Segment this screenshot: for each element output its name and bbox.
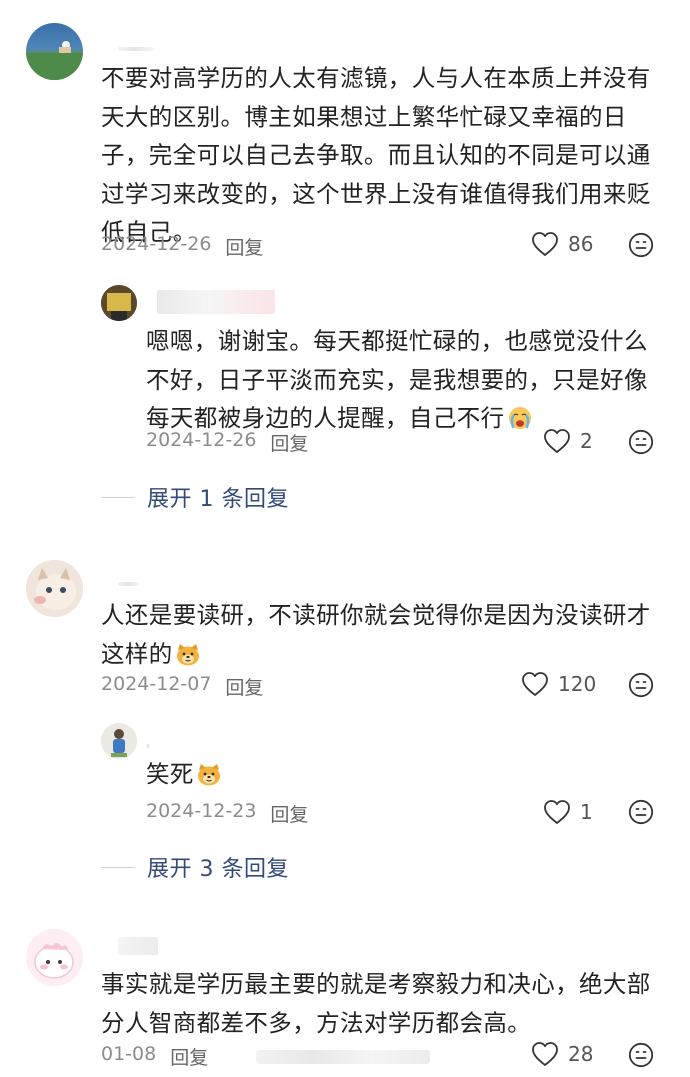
avatar-image	[101, 723, 137, 759]
avatar[interactable]	[26, 23, 83, 80]
avatar-image	[26, 560, 83, 617]
like-count: 2	[580, 429, 593, 453]
heart-outline-icon	[543, 799, 571, 825]
avatar-image	[26, 929, 83, 986]
username-blurred[interactable]	[118, 47, 154, 51]
smile-face-icon[interactable]	[628, 672, 654, 698]
comment-date: 01-08	[101, 1043, 157, 1065]
avatar[interactable]	[26, 560, 83, 617]
like-button[interactable]: 2	[543, 428, 593, 454]
reply-text: 嗯嗯，谢谢宝。每天都挺忙碌的，也感觉没什么不好，日子平淡而充实，是我想要的，只是…	[146, 327, 648, 432]
crying-face-emoji	[507, 405, 533, 431]
comment-date: 2024-12-07	[101, 673, 212, 695]
smile-face-icon[interactable]	[628, 1042, 654, 1068]
heart-outline-icon	[531, 231, 559, 257]
smile-face-icon[interactable]	[628, 232, 654, 258]
reply-meta: 2024-12-23 回复	[146, 800, 308, 827]
smile-face-icon[interactable]	[628, 429, 654, 455]
dog-face-emoji	[175, 641, 201, 667]
divider-line	[101, 496, 135, 498]
comment-meta: 2024-12-07 回复	[101, 673, 263, 700]
heart-outline-icon	[521, 671, 549, 697]
heart-outline-icon	[543, 428, 571, 454]
like-count: 120	[558, 672, 597, 696]
username-blurred[interactable]	[118, 937, 158, 955]
expand-replies-button[interactable]: 展开 3 条回复	[101, 851, 289, 883]
like-count: 28	[568, 1042, 594, 1066]
like-count: 1	[580, 800, 593, 824]
expand-replies-button[interactable]: 展开 1 条回复	[101, 481, 289, 513]
reply-date: 2024-12-26	[146, 429, 257, 451]
reply-meta: 2024-12-26 回复	[146, 429, 308, 456]
reply-button[interactable]: 回复	[270, 429, 308, 456]
username-blurred[interactable]	[157, 290, 275, 314]
avatar-image	[26, 41, 83, 80]
like-button[interactable]: 120	[521, 671, 596, 697]
reply-button[interactable]: 回复	[270, 800, 308, 827]
expand-replies-label: 展开 3 条回复	[147, 857, 289, 882]
divider-line	[101, 866, 135, 868]
username-blurred[interactable]	[146, 744, 150, 748]
like-button[interactable]: 1	[543, 799, 593, 825]
comment-text: 不要对高学历的人太有滤镜，人与人在本质上并没有天大的区别。博主如果想过上繁华忙碌…	[101, 64, 651, 246]
comment-date: 2024-12-26	[101, 233, 212, 255]
username-blurred[interactable]	[118, 582, 140, 586]
reply-button[interactable]: 回复	[225, 673, 263, 700]
dog-face-emoji	[196, 761, 222, 787]
like-button[interactable]: 86	[531, 231, 593, 257]
reply-button[interactable]: 回复	[225, 233, 263, 260]
reply-text: 笑死	[146, 755, 656, 794]
comment-text: 事实就是学历最主要的就是考察毅力和决心，绝大部分人智商都差不多，方法对学历都会高…	[101, 970, 651, 1037]
avatar[interactable]	[26, 929, 83, 986]
comment-meta: 01-08 回复	[101, 1043, 208, 1070]
heart-outline-icon	[531, 1041, 559, 1067]
smile-face-icon[interactable]	[628, 799, 654, 825]
like-button[interactable]: 28	[531, 1041, 593, 1067]
like-count: 86	[568, 232, 594, 256]
comment-text: 人还是要读研，不读研你就会觉得你是因为没读研才这样的	[101, 601, 651, 668]
expand-replies-label: 展开 1 条回复	[147, 487, 289, 512]
avatar-image	[101, 285, 137, 321]
comment-meta: 2024-12-26 回复	[101, 233, 263, 260]
avatar[interactable]	[101, 723, 137, 759]
watermark-blurred	[256, 1050, 430, 1064]
reply-button[interactable]: 回复	[170, 1043, 208, 1070]
avatar[interactable]	[101, 285, 137, 321]
reply-date: 2024-12-23	[146, 800, 257, 822]
